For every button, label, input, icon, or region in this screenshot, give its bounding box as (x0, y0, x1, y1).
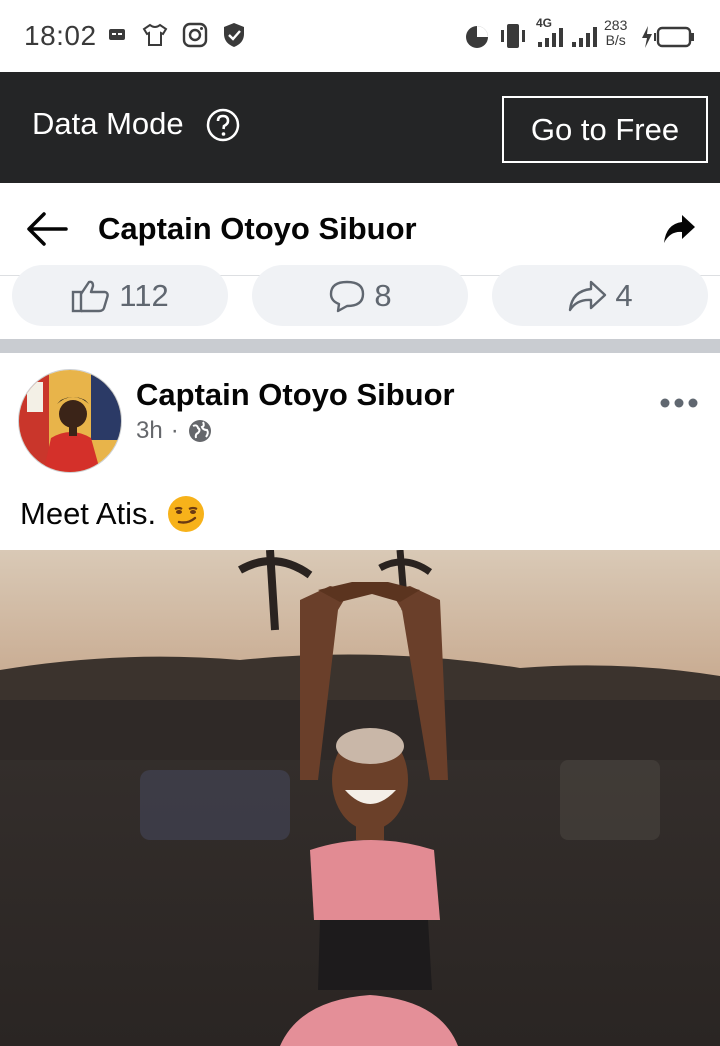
message-icon (109, 29, 125, 40)
page-header: Captain Otoyo Sibuor (0, 183, 720, 276)
avatar[interactable] (18, 369, 122, 473)
status-time: 18:02 (24, 20, 97, 51)
share-count: 4 (615, 277, 633, 313)
post-author[interactable]: Captain Otoyo Sibuor (136, 377, 455, 413)
signal-icon (538, 28, 563, 47)
globe-icon (188, 420, 211, 442)
post-text: Meet Atis. (20, 494, 206, 534)
share-button[interactable]: 4 (492, 265, 708, 326)
status-bar: 18:02 4G 283 B/s (0, 0, 720, 72)
battery-icon (642, 26, 694, 48)
like-count: 112 (119, 277, 169, 313)
post-photo[interactable] (0, 550, 720, 1046)
instagram-icon (182, 22, 208, 48)
feed-divider (0, 339, 720, 353)
post-text-content: Meet Atis. (20, 496, 157, 531)
post-header: Captain Otoyo Sibuor 3h · (0, 353, 720, 473)
go-to-free-button[interactable]: Go to Free (502, 96, 708, 163)
avatar-image (19, 370, 121, 472)
smirk-emoji-icon (168, 496, 205, 532)
comment-icon (330, 280, 365, 312)
comment-count: 8 (374, 277, 392, 313)
signal-icon-2 (572, 27, 597, 47)
post-photo-image (0, 550, 720, 1046)
share-icon[interactable] (662, 213, 696, 245)
network-speed-value: 283 (604, 17, 628, 33)
shield-icon (224, 23, 244, 47)
page-title: Captain Otoyo Sibuor (98, 211, 417, 246)
data-saver-icon (466, 26, 488, 48)
data-mode-bar: Data Mode Go to Free (0, 72, 720, 183)
data-mode-label: Data Mode (32, 106, 184, 141)
share-arrow-icon (569, 280, 607, 311)
like-button[interactable]: 112 (12, 265, 228, 326)
shirt-icon (142, 23, 168, 46)
reaction-bar: 112 8 4 (0, 265, 720, 339)
comment-button[interactable]: 8 (252, 265, 468, 326)
network-speed-unit: B/s (605, 32, 626, 48)
meta-separator: · (170, 417, 179, 444)
network-speed: 283 B/s (604, 18, 627, 48)
help-icon[interactable] (206, 108, 240, 142)
more-options-icon[interactable] (660, 397, 698, 409)
back-arrow-icon[interactable] (26, 211, 68, 247)
vibrate-icon (501, 24, 525, 48)
thumbs-up-icon (72, 280, 110, 312)
post-meta: 3h · (136, 417, 213, 445)
post-time: 3h (136, 417, 163, 444)
